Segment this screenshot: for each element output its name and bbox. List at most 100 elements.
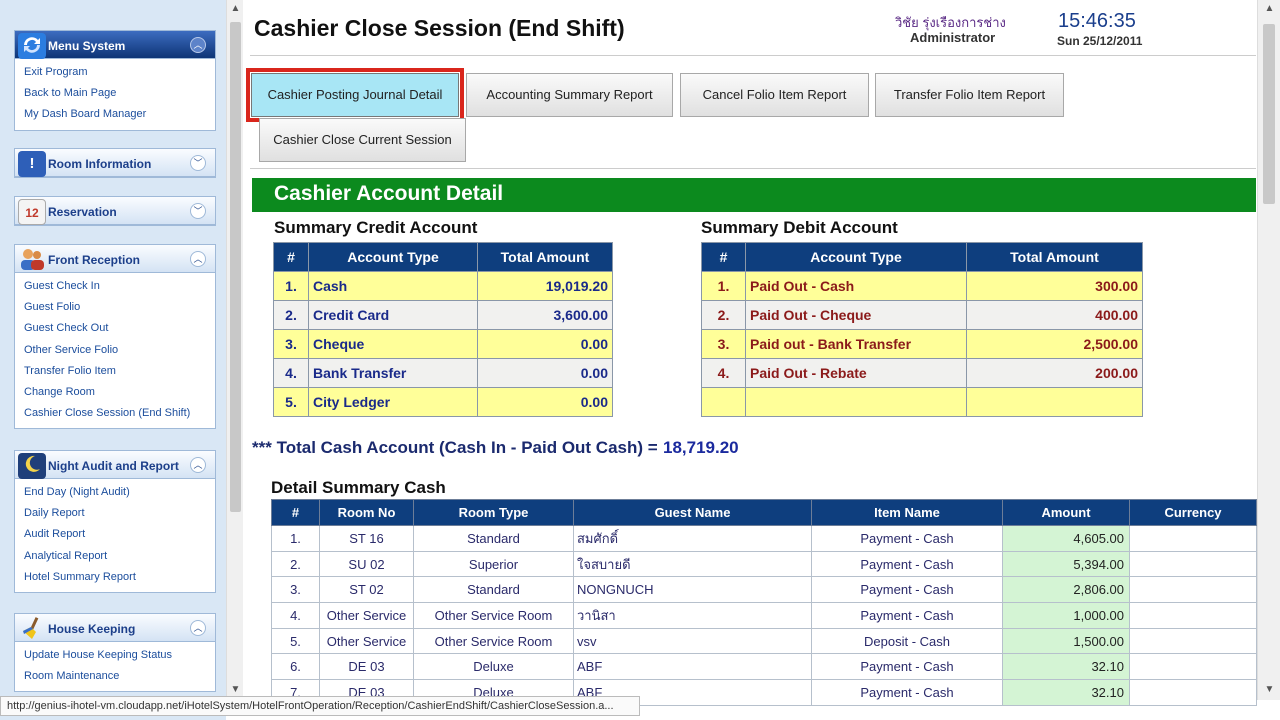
panel-title: Room Information <box>48 157 152 171</box>
column-header: Account Type <box>745 242 967 272</box>
left-sidebar: Menu System ︿ Exit Program Back to Main … <box>0 0 226 720</box>
item-name: Payment - Cash <box>811 550 1003 578</box>
column-header: Item Name <box>811 499 1003 526</box>
row-number: 1. <box>273 271 309 301</box>
room-no: Other Service <box>319 602 414 629</box>
guest-name: ABF <box>573 653 812 681</box>
sidebar-item-hotel-summary-report[interactable]: Hotel Summary Report <box>15 567 215 588</box>
sidebar-item-guest-check-out[interactable]: Guest Check Out <box>15 318 215 339</box>
expand-icon[interactable]: ﹀ <box>190 203 206 219</box>
clock-time: 15:46:35 <box>1058 10 1136 32</box>
collapse-icon[interactable]: ︿ <box>190 620 206 636</box>
user-role: Administrator <box>910 30 996 45</box>
item-name: Payment - Cash <box>811 679 1003 706</box>
expand-icon[interactable]: ﹀ <box>190 155 206 171</box>
sidebar-item-analytical-report[interactable]: Analytical Report <box>15 546 215 567</box>
transfer-folio-report-button[interactable]: Transfer Folio Item Report <box>875 73 1064 117</box>
sidebar-item-guest-check-in[interactable]: Guest Check In <box>15 276 215 297</box>
table-row: 4. Other Service Other Service Room วานิ… <box>271 602 1257 629</box>
cashier-posting-journal-button[interactable]: Cashier Posting Journal Detail <box>246 68 464 122</box>
main-scrollbar[interactable]: ▲ ▼ <box>1257 0 1280 700</box>
row-number: 2. <box>273 300 309 330</box>
panel-room-information: ! Room Information ﹀ <box>14 148 216 178</box>
column-header: Guest Name <box>573 499 812 526</box>
panel-reservation: 12 Reservation ﹀ <box>14 196 216 226</box>
sidebar-item-guest-folio[interactable]: Guest Folio <box>15 297 215 318</box>
credit-summary-title: Summary Credit Account <box>274 218 478 237</box>
column-header: Account Type <box>308 242 478 272</box>
cancel-folio-report-button[interactable]: Cancel Folio Item Report <box>680 73 869 117</box>
header-divider <box>250 55 1256 56</box>
cashier-close-session-button[interactable]: Cashier Close Current Session <box>259 118 466 162</box>
sidebar-item-change-room[interactable]: Change Room <box>15 382 215 403</box>
sidebar-item-daily-report[interactable]: Daily Report <box>15 503 215 524</box>
sidebar-item-exit-program[interactable]: Exit Program <box>15 62 215 83</box>
sidebar-scrollbar[interactable]: ▲ ▼ <box>226 0 243 700</box>
sidebar-item-end-day[interactable]: End Day (Night Audit) <box>15 482 215 503</box>
amount: 32.10 <box>1002 679 1130 706</box>
panel-house-keeping: House Keeping ︿ Update House Keeping Sta… <box>14 613 216 693</box>
room-type: Standard <box>413 525 574 552</box>
account-type: Cash <box>308 271 478 301</box>
panel-header-night-audit[interactable]: Night Audit and Report ︿ <box>15 451 215 479</box>
panel-header-house-keeping[interactable]: House Keeping ︿ <box>15 614 215 642</box>
sidebar-item-cashier-close-session[interactable]: Cashier Close Session (End Shift) <box>15 403 215 424</box>
total-amount: 400.00 <box>966 300 1143 330</box>
row-number: 3. <box>273 329 309 359</box>
item-name: Deposit - Cash <box>811 627 1003 655</box>
account-type: City Ledger <box>308 387 478 417</box>
accounting-summary-button[interactable]: Accounting Summary Report <box>466 73 673 117</box>
table-row: 1. Cash 19,019.20 <box>273 271 613 301</box>
account-type: Bank Transfer <box>308 358 478 388</box>
calendar-icon: 12 <box>18 199 46 225</box>
row-number: 5. <box>273 387 309 417</box>
item-name: Payment - Cash <box>811 525 1003 552</box>
scroll-up-icon[interactable]: ▲ <box>1261 0 1278 17</box>
account-type: Credit Card <box>308 300 478 330</box>
collapse-icon[interactable]: ︿ <box>190 251 206 267</box>
row-number <box>701 387 746 417</box>
main-scroll-thumb[interactable] <box>1263 24 1275 204</box>
sidebar-item-update-house-keeping[interactable]: Update House Keeping Status <box>15 645 215 666</box>
panel-menu-system: Menu System ︿ Exit Program Back to Main … <box>14 30 216 131</box>
currency <box>1129 550 1257 578</box>
amount: 32.10 <box>1002 653 1130 681</box>
room-no: DE 03 <box>319 653 414 681</box>
scroll-up-icon[interactable]: ▲ <box>227 0 244 17</box>
sidebar-item-other-service-folio[interactable]: Other Service Folio <box>15 340 215 361</box>
detail-summary-table: # Room No Room Type Guest Name Item Name… <box>271 499 1257 706</box>
guest-name: ใจสบายดี <box>573 550 812 578</box>
room-no: ST 16 <box>319 525 414 552</box>
sidebar-item-room-maintenance[interactable]: Room Maintenance <box>15 666 215 687</box>
room-type: Other Service Room <box>413 627 574 655</box>
sidebar-scroll-thumb[interactable] <box>230 22 241 512</box>
collapse-icon[interactable]: ︿ <box>190 37 206 53</box>
row-number: 1. <box>701 271 746 301</box>
amount: 2,806.00 <box>1002 576 1130 604</box>
panel-header-front-reception[interactable]: Front Reception ︿ <box>15 245 215 273</box>
panel-header-room-information[interactable]: ! Room Information ﹀ <box>15 149 215 177</box>
panel-title: House Keeping <box>48 622 136 636</box>
total-cash-value: 18,719.20 <box>663 438 739 457</box>
panel-front-reception: Front Reception ︿ Guest Check In Guest F… <box>14 244 216 430</box>
table-row: 2. Credit Card 3,600.00 <box>273 300 613 330</box>
clock-date: Sun 25/12/2011 <box>1057 34 1143 48</box>
table-row: 3. ST 02 Standard NONGNUCH Payment - Cas… <box>271 576 1257 604</box>
scroll-down-icon[interactable]: ▼ <box>1261 681 1278 698</box>
row-number: 3. <box>701 329 746 359</box>
room-type: Superior <box>413 550 574 578</box>
panel-header-menu-system[interactable]: Menu System ︿ <box>15 31 215 59</box>
collapse-icon[interactable]: ︿ <box>190 457 206 473</box>
sidebar-item-transfer-folio-item[interactable]: Transfer Folio Item <box>15 361 215 382</box>
account-type: Paid Out - Rebate <box>745 358 967 388</box>
sidebar-item-audit-report[interactable]: Audit Report <box>15 524 215 545</box>
account-type: Cheque <box>308 329 478 359</box>
table-row: 4. Paid Out - Rebate 200.00 <box>701 358 1143 388</box>
table-row <box>701 387 1143 417</box>
amount: 1,000.00 <box>1002 602 1130 629</box>
sidebar-item-dashboard-manager[interactable]: My Dash Board Manager <box>15 104 215 125</box>
panel-header-reservation[interactable]: 12 Reservation ﹀ <box>15 197 215 225</box>
column-header: Total Amount <box>966 242 1143 272</box>
row-number: 4. <box>701 358 746 388</box>
sidebar-item-back-to-main[interactable]: Back to Main Page <box>15 83 215 104</box>
